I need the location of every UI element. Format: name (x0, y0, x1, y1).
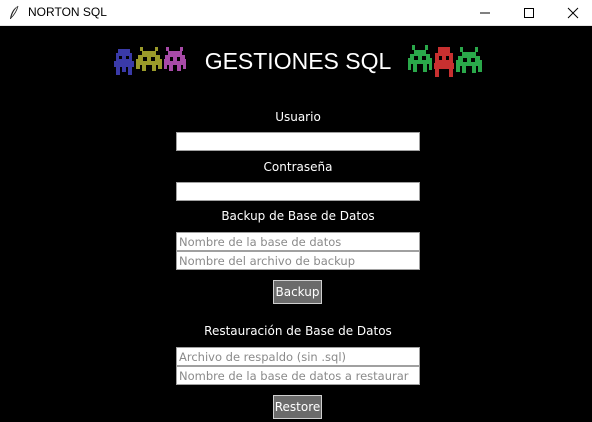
space-invaders-right-icon (408, 45, 482, 77)
close-button[interactable] (550, 0, 592, 26)
restore-db-name-input[interactable] (176, 366, 420, 385)
user-label: Usuario (275, 110, 321, 124)
title-bar[interactable]: NORTON SQL (0, 0, 592, 26)
backup-db-name-input[interactable] (176, 232, 420, 251)
maximize-button[interactable] (506, 0, 552, 26)
restore-button[interactable]: Restore (273, 395, 322, 419)
minimize-icon (480, 12, 490, 14)
password-input[interactable] (176, 182, 420, 201)
restore-section-title: Restauración de Base de Datos (204, 324, 392, 338)
restore-file-input[interactable] (176, 347, 420, 366)
space-invaders-left-icon (114, 47, 186, 75)
feather-icon (10, 5, 19, 19)
backup-file-name-input[interactable] (176, 251, 420, 270)
window-title: NORTON SQL (28, 5, 107, 19)
backup-button[interactable]: Backup (273, 280, 322, 304)
backup-section-title: Backup de Base de Datos (221, 209, 375, 223)
password-label: Contraseña (263, 160, 333, 174)
close-icon (567, 7, 579, 19)
user-input[interactable] (176, 132, 420, 151)
maximize-icon (524, 8, 534, 18)
minimize-button[interactable] (462, 0, 508, 26)
main-content: GESTIONES SQL Usuario Contraseña Backup … (0, 27, 592, 422)
page-title: GESTIONES SQL (204, 48, 392, 74)
